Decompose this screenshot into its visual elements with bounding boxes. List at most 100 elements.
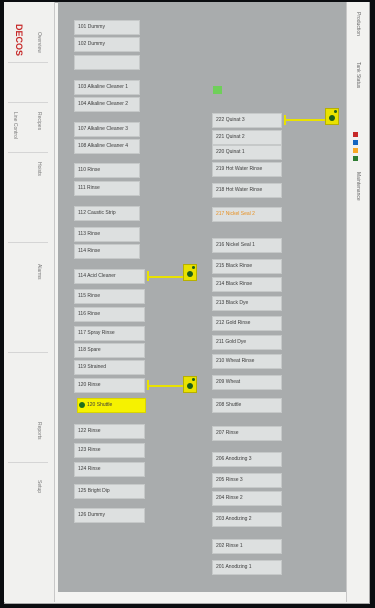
right-tab-production[interactable]: Production: [355, 12, 361, 36]
station-204[interactable]: 204 Rinse 2: [212, 491, 282, 506]
station-label: 123 Rinse: [78, 447, 101, 453]
station-206[interactable]: 206 Anodizing 3: [212, 452, 282, 467]
hoist-position-icon: [79, 401, 85, 408]
hoist-position-icon: [187, 271, 193, 277]
station-label: 112 Caustic Strip: [78, 210, 116, 216]
nav-tab-alarms[interactable]: Alarms: [36, 264, 42, 280]
station-217-warning[interactable]: 217 Nickel Seal 2: [212, 207, 282, 222]
station-empty[interactable]: [74, 55, 140, 70]
divider: [8, 102, 48, 103]
station-207[interactable]: 207 Rinse: [212, 426, 282, 441]
hoist-rail-end: [147, 380, 149, 390]
station-214[interactable]: 214 Black Rinse: [212, 277, 282, 292]
station-111[interactable]: 111 Rinse: [74, 181, 140, 196]
station-label: 217 Nickel Seal 2: [216, 211, 255, 217]
station-118[interactable]: 118 Spare: [74, 343, 145, 358]
station-label: 108 Alkaline Cleaner 4: [78, 143, 129, 149]
station-120[interactable]: 120 Rinse: [74, 378, 145, 393]
nav-tab-hoists[interactable]: Hoists: [36, 162, 42, 176]
station-label: 101 Dummy: [78, 24, 105, 30]
station-205[interactable]: 205 Rinse 3: [212, 473, 282, 488]
station-label: 202 Rinse 1: [216, 543, 243, 549]
station-215[interactable]: 215 Black Rinse: [212, 259, 282, 274]
brand-logo: DECOS: [14, 24, 24, 57]
nav-tab-recipes[interactable]: Recipes: [36, 112, 42, 130]
station-219[interactable]: 219 Hot Water Rinse: [212, 162, 282, 177]
station-label: 214 Black Rinse: [216, 281, 253, 287]
station-label: 211 Gold Dye: [216, 339, 247, 345]
station-108[interactable]: 108 Alkaline Cleaner 4: [74, 139, 140, 154]
station-218[interactable]: 218 Hot Water Rinse: [212, 183, 282, 198]
hoist-position-icon: [329, 115, 335, 121]
nav-tab-reports[interactable]: Reports: [36, 422, 42, 440]
station-208-shuttle[interactable]: 208 Shuttle: [212, 398, 282, 413]
station-label: 124 Rinse: [78, 466, 101, 472]
station-label: 204 Rinse 2: [216, 495, 243, 501]
station-label: 126 Dummy: [78, 512, 105, 518]
station-label: 102 Dummy: [78, 41, 105, 47]
station-label: 208 Shuttle: [216, 402, 242, 408]
station-203[interactable]: 203 Anodizing 2: [212, 512, 282, 527]
station-112[interactable]: 112 Caustic Strip: [74, 206, 140, 221]
station-222[interactable]: 222 Quinat 3: [212, 113, 282, 128]
station-103[interactable]: 103 Alkaline Cleaner 1: [74, 80, 140, 95]
station-220[interactable]: 220 Quinat 1: [212, 145, 282, 160]
station-107[interactable]: 107 Alkaline Cleaner 3: [74, 122, 140, 137]
station-115[interactable]: 115 Rinse: [74, 289, 145, 304]
right-tab-tank-status[interactable]: Tank Status: [355, 62, 361, 88]
station-216[interactable]: 216 Nickel Seal 1: [212, 238, 282, 253]
station-213[interactable]: 213 Black Dye: [212, 296, 282, 311]
station-110[interactable]: 110 Rinse: [74, 163, 140, 178]
station-209[interactable]: 209 Wheat: [212, 375, 282, 390]
station-label: 114 Rinse: [78, 248, 101, 254]
station-210[interactable]: 210 Wheat Rinse: [212, 354, 282, 369]
station-123[interactable]: 123 Rinse: [74, 443, 145, 458]
station-211[interactable]: 211 Gold Dye: [212, 335, 282, 350]
station-102[interactable]: 102 Dummy: [74, 37, 140, 52]
station-116[interactable]: 116 Rinse: [74, 307, 145, 322]
station-117[interactable]: 117 Spray Rinse: [74, 326, 145, 341]
station-label: 107 Alkaline Cleaner 3: [78, 126, 129, 132]
station-label: 119 Strained: [78, 364, 106, 370]
station-113[interactable]: 113 Rinse: [74, 227, 140, 242]
nav-tab-overview[interactable]: Overview: [36, 32, 42, 53]
station-124[interactable]: 124 Rinse: [74, 462, 145, 477]
station-101[interactable]: 101 Dummy: [74, 20, 140, 35]
station-label: 215 Black Rinse: [216, 263, 253, 269]
station-104[interactable]: 104 Alkaline Cleaner 2: [74, 97, 140, 112]
divider: [8, 152, 48, 153]
station-125[interactable]: 125 Bright Dip: [74, 484, 145, 499]
hoist-left-lower[interactable]: [183, 376, 197, 393]
hoist-rail-end: [284, 115, 286, 125]
station-221[interactable]: 221 Quinat 2: [212, 130, 282, 145]
hoist-rail: [147, 385, 183, 387]
hoist-right-top[interactable]: [325, 108, 339, 125]
nav-tab-line-control[interactable]: Line Control: [12, 112, 18, 139]
station-label: 122 Rinse: [78, 428, 101, 434]
station-label: 221 Quinat 2: [216, 134, 245, 140]
station-label: 111 Rinse: [78, 185, 100, 191]
right-tab-maintenance[interactable]: Maintenance: [355, 172, 361, 201]
station-114-rinse[interactable]: 114 Rinse: [74, 244, 140, 259]
station-114-acid[interactable]: 114 Acid Cleaner: [74, 269, 145, 284]
station-label: 213 Black Dye: [216, 300, 249, 306]
station-119[interactable]: 119 Strained: [74, 360, 145, 375]
hoist-rail-end: [147, 271, 149, 281]
station-label: 114 Acid Cleaner: [78, 273, 116, 279]
hoist-indicator-icon: [192, 378, 195, 381]
station-label: 201 Anodizing 1: [216, 564, 252, 570]
station-126[interactable]: 126 Dummy: [74, 508, 145, 523]
station-201[interactable]: 201 Anodizing 1: [212, 560, 282, 575]
station-122[interactable]: 122 Rinse: [74, 424, 145, 439]
hoist-indicator-icon: [334, 110, 337, 113]
nav-tab-setup[interactable]: Setup: [36, 480, 42, 493]
station-label: 113 Rinse: [78, 231, 101, 237]
hoist-left-upper[interactable]: [183, 264, 197, 281]
station-120-shuttle-active[interactable]: 120 Shuttle: [77, 398, 146, 413]
station-label: 120 Shuttle: [87, 402, 113, 408]
station-212[interactable]: 212 Gold Rinse: [212, 316, 282, 331]
station-202[interactable]: 202 Rinse 1: [212, 539, 282, 554]
station-label: 222 Quinat 3: [216, 117, 245, 123]
station-label: 116 Rinse: [78, 311, 101, 317]
station-label: 219 Hot Water Rinse: [216, 166, 263, 172]
